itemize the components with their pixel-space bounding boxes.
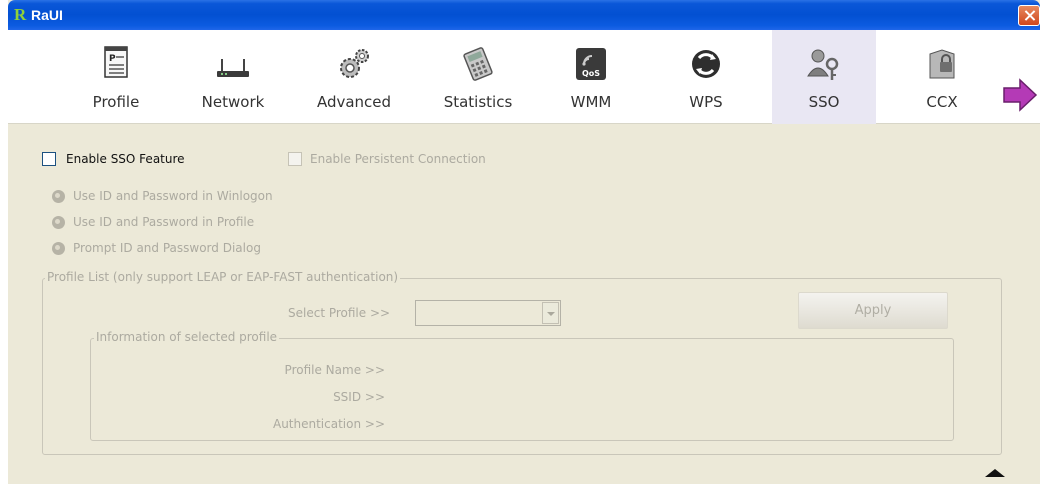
sso-icon	[807, 49, 839, 80]
profile-icon: P	[104, 46, 128, 78]
apply-button[interactable]: Apply	[798, 292, 948, 329]
title-bar[interactable]: R RaUI	[8, 0, 1040, 30]
ccx-icon	[929, 49, 955, 79]
persistent-connection-checkbox[interactable]	[288, 152, 302, 166]
tab-profile[interactable]: P Profile	[78, 30, 154, 124]
network-icon	[217, 59, 249, 77]
tab-statistics[interactable]: Statistics	[430, 30, 526, 124]
profile-list-legend: Profile List (only support LEAP or EAP-F…	[45, 270, 401, 284]
tab-wmm-label: WMM	[570, 93, 612, 111]
tab-ccx[interactable]: CCX	[904, 30, 980, 124]
enable-sso-checkbox[interactable]	[42, 152, 56, 166]
profile-name-label: Profile Name >>	[284, 363, 385, 377]
collapse-up-icon[interactable]	[970, 464, 1020, 484]
persistent-connection-label: Enable Persistent Connection	[310, 152, 486, 166]
radio-prompt-dialog-label: Prompt ID and Password Dialog	[73, 241, 261, 255]
wps-icon	[692, 50, 720, 78]
tab-network[interactable]: Network	[188, 30, 278, 124]
radio-winlogon-label: Use ID and Password in Winlogon	[73, 189, 273, 203]
tab-wps[interactable]: WPS	[668, 30, 744, 124]
profile-info-legend: Information of selected profile	[94, 330, 280, 344]
radio-profile[interactable]	[52, 216, 65, 229]
select-profile-dropdown[interactable]	[415, 300, 561, 326]
app-logo-icon: R	[14, 5, 27, 24]
enable-sso-label: Enable SSO Feature	[66, 152, 185, 166]
chevron-down-icon[interactable]	[542, 302, 559, 324]
raui-window: R RaUI P Profile Network Advanced Statis…	[8, 0, 1040, 484]
svg-text:P: P	[109, 54, 116, 64]
window-title: RaUI	[31, 7, 63, 23]
tab-wps-label: WPS	[689, 93, 723, 111]
qos-badge: QoS	[582, 69, 600, 78]
statistics-icon	[463, 47, 493, 81]
close-button[interactable]	[1018, 5, 1040, 26]
tab-sso-label: SSO	[808, 93, 840, 111]
arrow-right-icon[interactable]	[1002, 78, 1038, 112]
tab-statistics-label: Statistics	[443, 93, 513, 111]
tab-wmm[interactable]: QoS WMM	[556, 30, 626, 124]
authentication-label: Authentication >>	[272, 417, 385, 431]
tab-network-label: Network	[201, 93, 265, 111]
ssid-label: SSID >>	[333, 390, 385, 404]
radio-profile-label: Use ID and Password in Profile	[73, 215, 255, 229]
select-profile-label: Select Profile >>	[288, 306, 391, 320]
radio-winlogon[interactable]	[52, 190, 65, 203]
toolbar: P Profile Network Advanced Statistics Qo…	[8, 30, 1040, 124]
profile-info-group	[90, 338, 954, 441]
advanced-icon	[340, 49, 369, 78]
wmm-icon: QoS	[576, 48, 606, 80]
radio-prompt-dialog[interactable]	[52, 242, 65, 255]
tab-advanced[interactable]: Advanced	[306, 30, 402, 124]
tab-ccx-label: CCX	[926, 93, 958, 111]
tab-profile-label: Profile	[92, 93, 140, 111]
tab-advanced-label: Advanced	[316, 93, 392, 111]
tab-sso[interactable]: SSO	[772, 30, 876, 124]
